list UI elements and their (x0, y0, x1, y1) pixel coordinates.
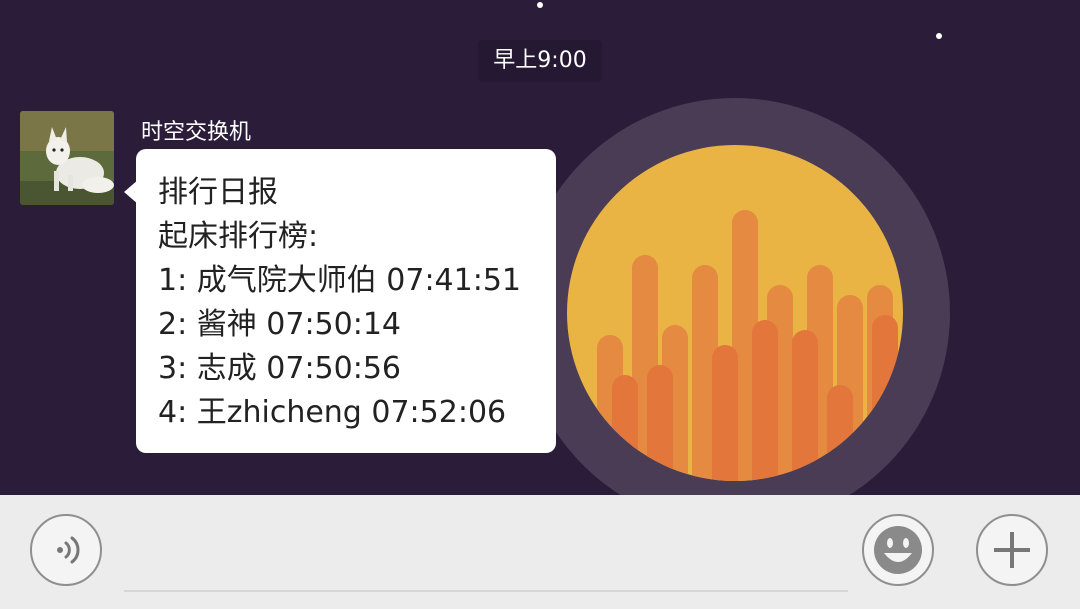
voice-icon (57, 536, 80, 564)
message-line: 2: 酱神 07:50:14 (158, 307, 402, 342)
avatar[interactable] (20, 111, 114, 205)
timestamp-chip: 早上9:00 (478, 40, 602, 82)
star-decoration (936, 33, 942, 39)
star-decoration (537, 2, 543, 8)
message-input[interactable] (124, 530, 848, 592)
more-options-button[interactable] (976, 514, 1048, 586)
voice-button[interactable] (30, 514, 102, 586)
message-line: 3: 志成 07:50:56 (158, 351, 402, 386)
message-line: 排行日报 (158, 175, 278, 210)
emoji-button[interactable] (862, 514, 934, 586)
wallpaper-planet-illustration (520, 98, 950, 495)
sender-name: 时空交换机 (141, 120, 252, 145)
message-bubble[interactable]: 排行日报 起床排行榜: 1: 成气院大师伯 07:41:51 2: 酱神 07:… (136, 149, 556, 453)
plus-icon (994, 532, 1030, 568)
message-line: 4: 王zhicheng 07:52:06 (158, 395, 507, 430)
message-line: 1: 成气院大师伯 07:41:51 (158, 263, 522, 298)
message-line: 起床排行榜: (158, 219, 319, 254)
arctic-fox-avatar-image (20, 111, 114, 205)
emoji-icon (874, 526, 922, 574)
chat-background: 早上9:00 时空交换机 排行日报 起床排行榜: 1: 成气院大师伯 07:41… (0, 0, 1080, 495)
